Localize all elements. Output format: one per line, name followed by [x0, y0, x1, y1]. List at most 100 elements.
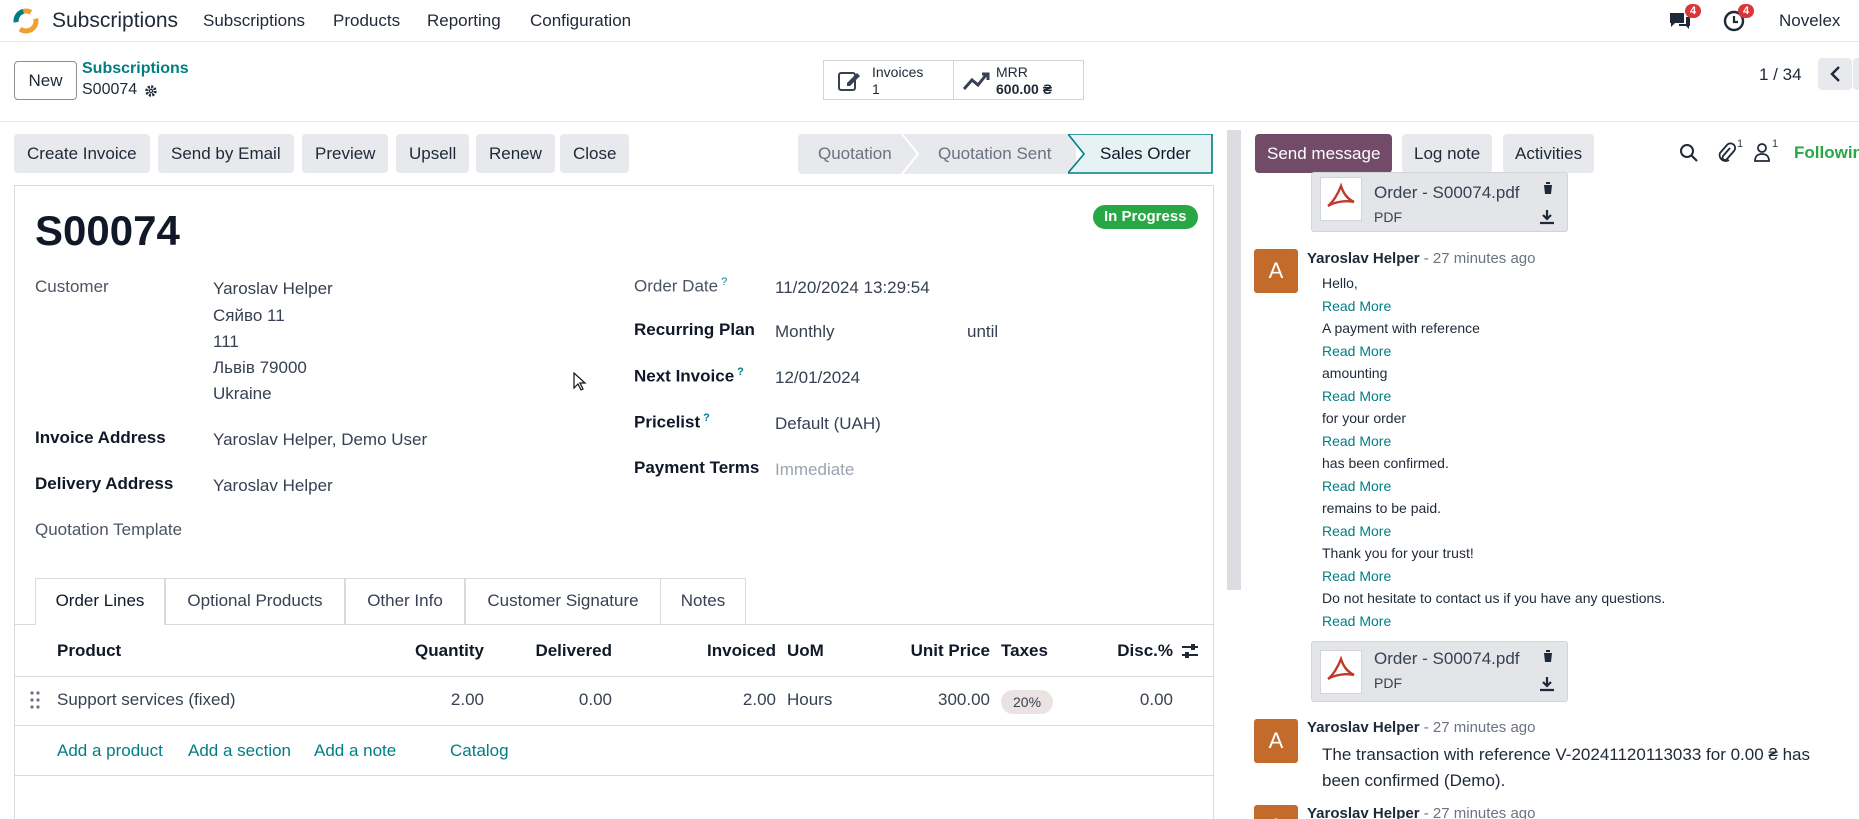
table-row-divider — [14, 725, 1214, 726]
tab-customer-signature[interactable]: Customer Signature — [465, 578, 661, 624]
cell-quantity[interactable]: 2.00 — [384, 690, 484, 710]
pager-next[interactable] — [1853, 58, 1859, 90]
customer-link[interactable]: Yaroslav Helper — [213, 279, 333, 299]
tax-tag[interactable]: 20% — [1001, 690, 1054, 714]
cell-invoiced[interactable]: 2.00 — [676, 690, 776, 710]
column-product[interactable]: Product — [57, 641, 121, 661]
gear-icon[interactable] — [144, 84, 158, 98]
drag-handle-icon[interactable] — [29, 690, 41, 710]
attachment-card[interactable]: Order - S00074.pdf PDF — [1311, 641, 1568, 702]
tab-other-info[interactable]: Other Info — [345, 578, 465, 624]
menu-products[interactable]: Products — [333, 11, 400, 31]
quotation-template-label: Quotation Template — [35, 520, 183, 539]
read-more-link[interactable]: Read More — [1322, 523, 1391, 539]
cell-discount[interactable]: 0.00 — [1073, 690, 1173, 710]
next-invoice-field[interactable]: 12/01/2024 — [775, 368, 860, 388]
recurring-plan-field[interactable]: Monthly — [775, 322, 835, 342]
read-more-link[interactable]: Read More — [1322, 343, 1391, 359]
invoice-address-field[interactable]: Yaroslav Helper, Demo User — [213, 430, 427, 450]
author-name[interactable]: Yaroslav Helper — [1307, 250, 1420, 267]
stage-sales-order[interactable]: Sales Order — [1078, 134, 1212, 174]
column-discount[interactable]: Disc.% — [1073, 641, 1173, 661]
download-icon[interactable] — [1539, 209, 1555, 225]
column-quantity[interactable]: Quantity — [384, 641, 484, 661]
tab-optional-products[interactable]: Optional Products — [165, 578, 345, 624]
optional-columns-icon[interactable] — [1181, 642, 1199, 660]
following-button[interactable]: Following — [1794, 143, 1859, 163]
avatar[interactable]: A — [1254, 249, 1298, 293]
read-more-link[interactable]: Read More — [1322, 613, 1391, 629]
customer-street: Сяйво 11 — [213, 306, 285, 325]
activities-button[interactable]: Activities — [1503, 134, 1595, 173]
user-icon[interactable] — [1753, 142, 1771, 162]
stage-quotation[interactable]: Quotation — [798, 134, 916, 174]
order-date-field[interactable]: 11/20/2024 13:29:54 — [775, 278, 930, 298]
trash-icon[interactable] — [1541, 181, 1555, 195]
add-section-link[interactable]: Add a section — [188, 741, 291, 761]
cell-delivered[interactable]: 0.00 — [512, 690, 612, 710]
invoice-address-label: Invoice Address — [35, 428, 166, 447]
avatar[interactable]: A — [1254, 805, 1298, 819]
transaction-message-line2: been confirmed (Demo). — [1322, 771, 1506, 790]
attachment-card[interactable]: Order - S00074.pdf PDF — [1311, 172, 1568, 232]
read-more-link[interactable]: Read More — [1322, 433, 1391, 449]
catalog-link[interactable]: Catalog — [450, 741, 509, 761]
read-more-link[interactable]: Read More — [1322, 478, 1391, 494]
pager-previous[interactable] — [1818, 58, 1852, 90]
download-icon[interactable] — [1539, 676, 1555, 692]
menu-configuration[interactable]: Configuration — [530, 11, 631, 31]
form-scrollbar[interactable] — [1227, 130, 1241, 590]
close-button[interactable]: Close — [560, 134, 630, 173]
stage-quotation-sent[interactable]: Quotation Sent — [916, 134, 1076, 174]
help-icon[interactable]: ? — [703, 412, 710, 424]
column-unit-price[interactable]: Unit Price — [880, 641, 990, 661]
send-by-email-button[interactable]: Send by Email — [158, 134, 294, 173]
breadcrumb-current: S00074 — [82, 81, 138, 98]
search-icon[interactable] — [1679, 143, 1699, 163]
help-icon[interactable]: ? — [737, 366, 744, 378]
upsell-button[interactable]: Upsell — [396, 134, 470, 173]
column-invoiced[interactable]: Invoiced — [676, 641, 776, 661]
attachment-type: PDF — [1374, 675, 1402, 691]
tab-notes[interactable]: Notes — [660, 578, 746, 624]
menu-reporting[interactable]: Reporting — [427, 11, 501, 31]
app-logo-icon[interactable] — [12, 7, 40, 35]
followers-count: 1 — [1772, 138, 1779, 150]
cell-uom[interactable]: Hours — [787, 690, 832, 710]
message-time: - 27 minutes ago — [1423, 250, 1536, 267]
preview-button[interactable]: Preview — [302, 134, 389, 173]
delivery-address-field[interactable]: Yaroslav Helper — [213, 476, 333, 496]
trash-icon[interactable] — [1541, 649, 1555, 663]
add-note-link[interactable]: Add a note — [314, 741, 396, 761]
column-uom[interactable]: UoM — [787, 641, 824, 661]
company-switcher[interactable]: Novelex — [1779, 11, 1840, 31]
paperclip-icon[interactable] — [1716, 142, 1736, 164]
pager-value[interactable]: 1 / 34 — [1759, 65, 1802, 85]
help-icon[interactable]: ? — [721, 276, 727, 288]
invoices-smart-button[interactable]: Invoices 1 — [823, 60, 954, 100]
renew-button[interactable]: Renew — [476, 134, 555, 173]
payment-terms-field[interactable]: Immediate — [775, 460, 854, 480]
tab-order-lines[interactable]: Order Lines — [35, 578, 165, 625]
log-note-button[interactable]: Log note — [1402, 134, 1493, 173]
new-button[interactable]: New — [14, 61, 77, 100]
mrr-smart-button[interactable]: MRR 600.00 ₴ — [953, 60, 1084, 100]
read-more-link[interactable]: Read More — [1322, 298, 1391, 314]
breadcrumb-parent[interactable]: Subscriptions — [82, 60, 189, 78]
column-taxes[interactable]: Taxes — [1001, 641, 1048, 661]
cell-product[interactable]: Support services (fixed) — [57, 690, 236, 710]
read-more-link[interactable]: Read More — [1322, 388, 1391, 404]
create-invoice-button[interactable]: Create Invoice — [14, 134, 150, 173]
add-product-link[interactable]: Add a product — [57, 741, 163, 761]
cell-unit-price[interactable]: 300.00 — [880, 690, 990, 710]
app-name[interactable]: Subscriptions — [52, 9, 178, 33]
customer-city: Львів 79000 — [213, 358, 307, 377]
pricelist-field[interactable]: Default (UAH) — [775, 414, 881, 434]
read-more-link[interactable]: Read More — [1322, 568, 1391, 584]
avatar[interactable]: A — [1254, 719, 1298, 763]
menu-subscriptions[interactable]: Subscriptions — [203, 11, 305, 31]
author-name[interactable]: Yaroslav Helper — [1307, 805, 1420, 819]
send-message-button[interactable]: Send message — [1255, 134, 1393, 173]
author-name[interactable]: Yaroslav Helper — [1307, 719, 1420, 736]
column-delivered[interactable]: Delivered — [512, 641, 612, 661]
